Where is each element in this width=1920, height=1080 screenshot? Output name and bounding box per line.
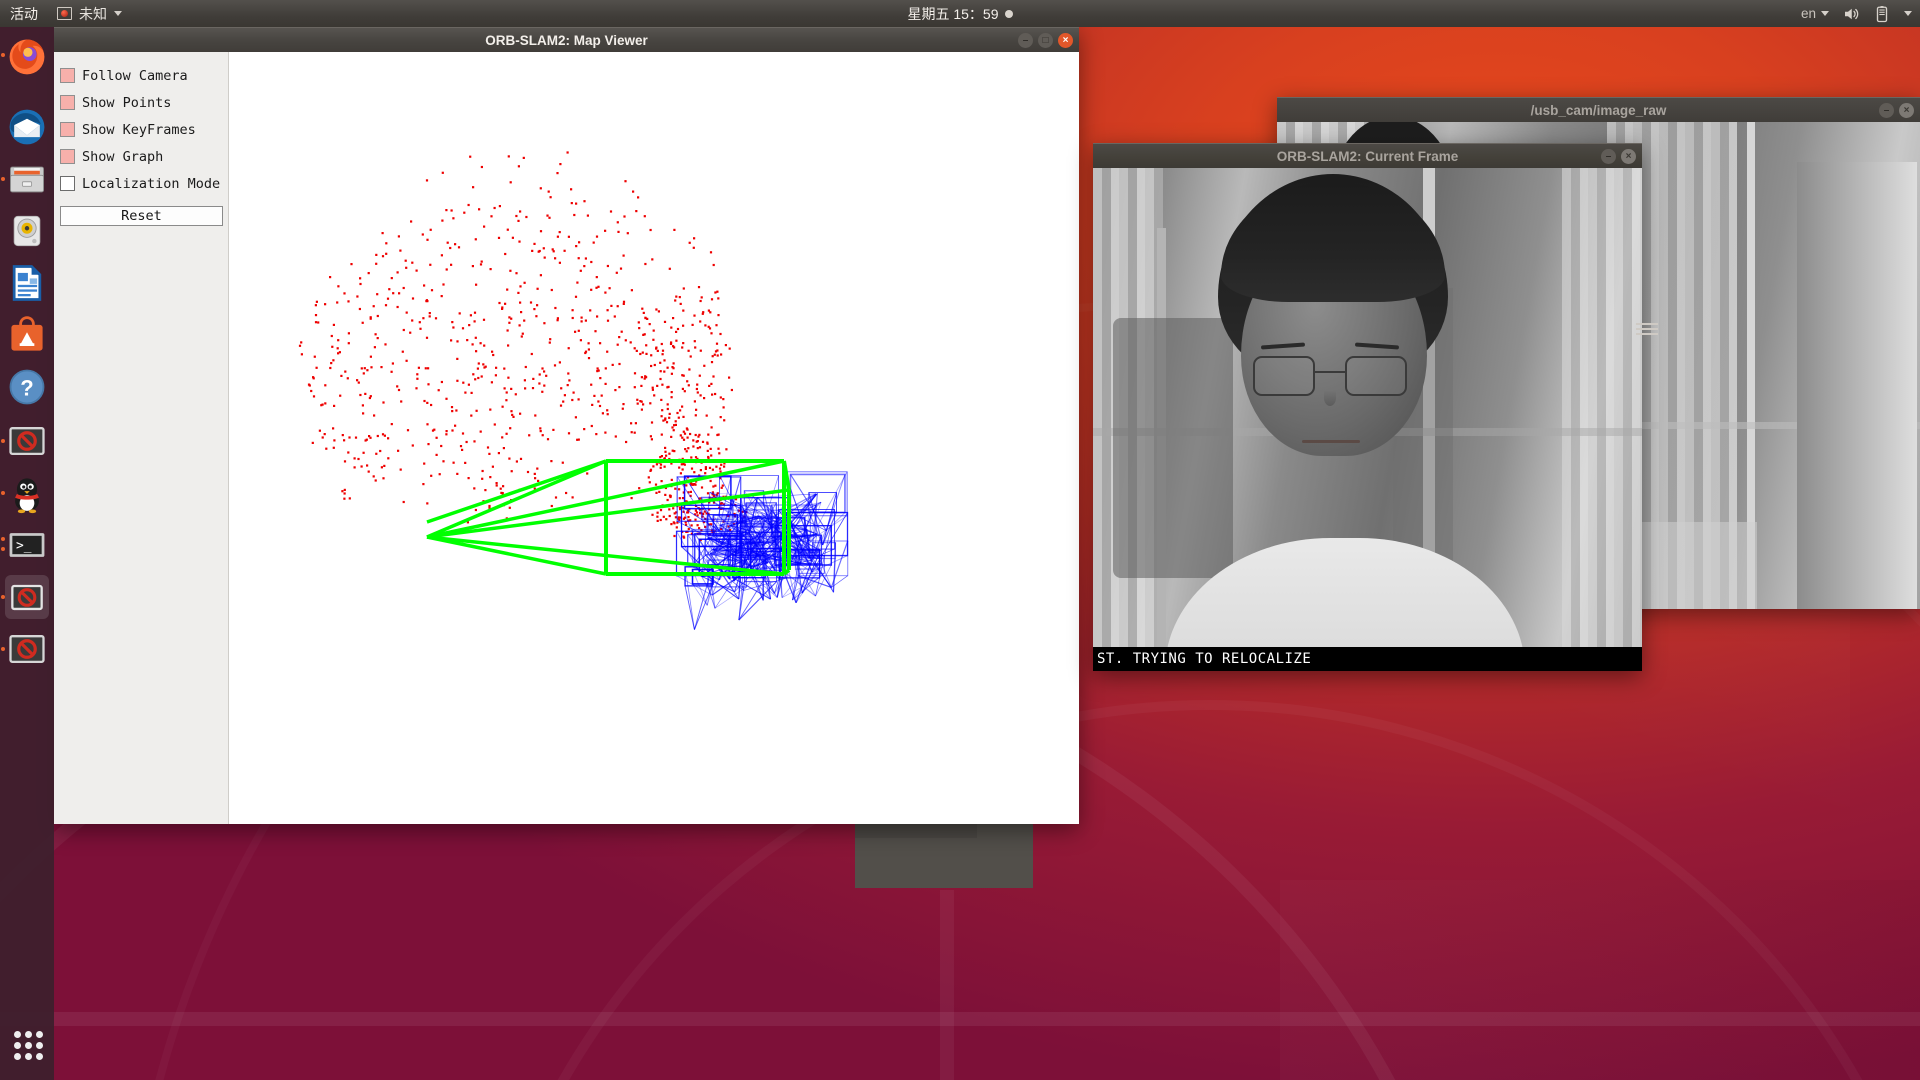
wallpaper-wedge bbox=[1280, 880, 1920, 1080]
files-icon bbox=[10, 166, 44, 193]
map-viewer-control-panel: Follow Camera Show Points Show KeyFrames… bbox=[54, 52, 229, 824]
battery-icon[interactable] bbox=[1873, 5, 1891, 23]
maximize-button[interactable]: □ bbox=[1038, 33, 1053, 48]
current-frame-titlebar[interactable]: ORB-SLAM2: Current Frame – × bbox=[1093, 143, 1642, 168]
reset-button[interactable]: Reset bbox=[60, 206, 223, 226]
map-point-cloud bbox=[298, 151, 849, 630]
firefox-icon bbox=[9, 39, 45, 75]
checkbox-localization-mode[interactable]: Localization Mode bbox=[60, 170, 222, 197]
checkbox-indicator[interactable] bbox=[60, 149, 75, 164]
top-bar: 活动 未知 星期五 15：59 en bbox=[0, 0, 1920, 27]
checkbox-show-keyframes[interactable]: Show KeyFrames bbox=[60, 116, 222, 143]
rhythmbox-icon bbox=[13, 215, 41, 247]
libreoffice-impress-icon bbox=[12, 265, 42, 301]
recording-dot-icon bbox=[1004, 9, 1013, 18]
system-tray: en bbox=[1801, 5, 1912, 23]
close-button[interactable]: × bbox=[1058, 33, 1073, 48]
checkbox-show-points[interactable]: Show Points bbox=[60, 89, 222, 116]
thunderbird-icon bbox=[9, 109, 45, 145]
checkbox-indicator[interactable] bbox=[60, 122, 75, 137]
glasses-icon bbox=[1253, 356, 1315, 396]
map-viewer-title: ORB-SLAM2: Map Viewer bbox=[485, 32, 648, 48]
terminal-icon: >_ bbox=[9, 533, 45, 557]
system-menu-chevron-down-icon[interactable] bbox=[1904, 11, 1912, 16]
blocked-window-icon bbox=[9, 427, 45, 455]
checkbox-indicator[interactable] bbox=[60, 68, 75, 83]
show-applications-button[interactable] bbox=[5, 1022, 49, 1066]
map-viewer-window[interactable]: ORB-SLAM2: Map Viewer – □ × Follow Camer… bbox=[54, 27, 1079, 824]
checkbox-label: Localization Mode bbox=[82, 175, 221, 192]
checkbox-label: Show KeyFrames bbox=[82, 121, 196, 138]
keyboard-layout-label: en bbox=[1800, 6, 1816, 21]
usb-cam-titlebar[interactable]: /usb_cam/image_raw – × bbox=[1277, 97, 1920, 122]
svg-text:>_: >_ bbox=[16, 539, 32, 554]
close-button[interactable]: × bbox=[1899, 103, 1914, 118]
ubuntu-software-icon bbox=[11, 316, 43, 351]
svg-text:?: ? bbox=[20, 375, 33, 400]
map-viewer-3d-canvas[interactable] bbox=[229, 52, 1079, 824]
clock-menu[interactable]: 星期五 15：59 bbox=[840, 4, 1080, 24]
checkbox-indicator[interactable] bbox=[60, 176, 75, 191]
glasses-icon bbox=[1345, 356, 1407, 396]
clock-label: 星期五 15：59 bbox=[907, 5, 999, 22]
minimize-button[interactable]: – bbox=[1601, 149, 1616, 164]
checkbox-label: Show Graph bbox=[82, 148, 164, 165]
wallpaper-band bbox=[940, 890, 954, 1080]
hamburger-menu-icon[interactable] bbox=[1636, 319, 1658, 339]
chevron-down-icon bbox=[114, 11, 122, 16]
minimize-button[interactable]: – bbox=[1879, 103, 1894, 118]
close-button[interactable]: × bbox=[1621, 149, 1636, 164]
checkbox-indicator[interactable] bbox=[60, 95, 75, 110]
activities-button[interactable]: 活动 bbox=[0, 4, 49, 24]
checkbox-show-graph[interactable]: Show Graph bbox=[60, 143, 222, 170]
blocked-window-icon bbox=[9, 635, 45, 663]
qq-penguin-icon bbox=[15, 478, 39, 514]
current-frame-video: ST. TRYING TO RELOCALIZE bbox=[1093, 168, 1642, 671]
window-app-menu-label: 未知 bbox=[79, 5, 107, 22]
tracking-status-text: ST. TRYING TO RELOCALIZE bbox=[1093, 647, 1642, 671]
checkbox-label: Show Points bbox=[82, 94, 172, 111]
keyboard-layout-indicator[interactable]: en bbox=[1801, 6, 1829, 21]
current-frame-title: ORB-SLAM2: Current Frame bbox=[1276, 148, 1459, 164]
checkbox-follow-camera[interactable]: Follow Camera bbox=[60, 62, 222, 89]
minimize-button[interactable]: – bbox=[1018, 33, 1033, 48]
help-icon: ? bbox=[9, 369, 45, 405]
map-viewer-titlebar[interactable]: ORB-SLAM2: Map Viewer – □ × bbox=[54, 27, 1079, 52]
current-frame-window[interactable]: ORB-SLAM2: Current Frame – × ST. TRYING … bbox=[1093, 143, 1642, 671]
unity-launcher: ? >_ bbox=[0, 27, 54, 1080]
checkbox-label: Follow Camera bbox=[82, 67, 188, 84]
chevron-down-icon bbox=[1821, 11, 1829, 16]
app-window-icon bbox=[57, 7, 72, 20]
window-app-menu[interactable]: 未知 bbox=[49, 4, 130, 24]
volume-icon[interactable] bbox=[1842, 5, 1860, 23]
blocked-window-icon bbox=[11, 584, 43, 611]
usb-cam-title: /usb_cam/image_raw bbox=[1530, 102, 1667, 118]
